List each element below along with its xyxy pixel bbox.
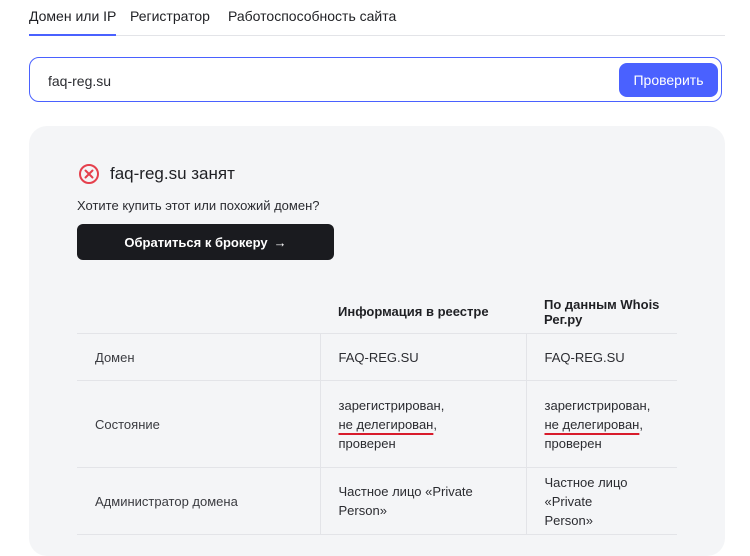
state-line: проверен [338, 435, 396, 451]
admin-line: Частное лицо «Private [544, 474, 628, 509]
domain-search-input[interactable] [46, 68, 610, 94]
admin-line: Person» [338, 503, 387, 518]
whois-domain-value: FAQ-REG.SU [526, 333, 677, 381]
result-card: faq-reg.su занят Хотите купить этот или … [29, 126, 725, 556]
state-comma: , [639, 416, 643, 432]
domain-status-title: faq-reg.su занят [110, 164, 235, 183]
whois-admin-value: Частное лицо «Private Person» [526, 467, 677, 535]
table-header-row: Информация в реестре По данным Whois Рег… [77, 290, 677, 334]
table-header-whois: По данным Whois Рег.ру [526, 290, 677, 334]
broker-button-label: Обратиться к брокеру [124, 234, 268, 250]
state-comma: , [433, 416, 437, 432]
table-header-empty [77, 290, 320, 334]
state-line: зарегистрирован, [544, 397, 651, 413]
close-circle-icon [79, 164, 99, 184]
arrow-right-icon: → [273, 234, 287, 250]
tab-domain-or-ip[interactable]: Домен или IP [29, 8, 117, 36]
registry-admin-value: Частное лицо «Private Person» [319, 467, 527, 535]
check-button[interactable]: Проверить [619, 63, 718, 97]
state-line: зарегистрирован, [338, 397, 445, 413]
search-box: Проверить [29, 57, 722, 102]
row-label-state: Состояние [77, 380, 320, 468]
buy-question: Хотите купить этот или похожий домен? [77, 198, 320, 213]
contact-broker-button[interactable]: Обратиться к брокеру → [77, 224, 334, 260]
table-row: Администратор домена Частное лицо «Priva… [77, 467, 677, 535]
registry-domain-value: FAQ-REG.SU [319, 333, 527, 381]
row-label-admin: Администратор домена [77, 467, 320, 535]
not-delegated-highlight: не делегирован [338, 416, 434, 432]
admin-line: Частное лицо «Private [338, 484, 473, 499]
registry-state-value: зарегистрирован, не делегирован, провере… [319, 380, 527, 468]
tab-registrar[interactable]: Регистратор [130, 8, 210, 34]
whois-state-value: зарегистрирован, не делегирован, провере… [526, 380, 677, 468]
table-row: Состояние зарегистрирован, не делегирова… [77, 380, 677, 468]
table-row: Домен FAQ-REG.SU FAQ-REG.SU [77, 333, 677, 381]
not-delegated-highlight: не делегирован [544, 416, 640, 432]
state-line: проверен [544, 435, 602, 451]
row-label-domain: Домен [77, 333, 320, 381]
table-header-registry: Информация в реестре [320, 290, 526, 334]
tab-site-health[interactable]: Работоспособность сайта [228, 8, 396, 34]
whois-table: Информация в реестре По данным Whois Рег… [77, 290, 677, 535]
tab-bar: Домен или IP Регистратор Работоспособнос… [29, 0, 725, 36]
admin-line: Person» [544, 512, 593, 528]
